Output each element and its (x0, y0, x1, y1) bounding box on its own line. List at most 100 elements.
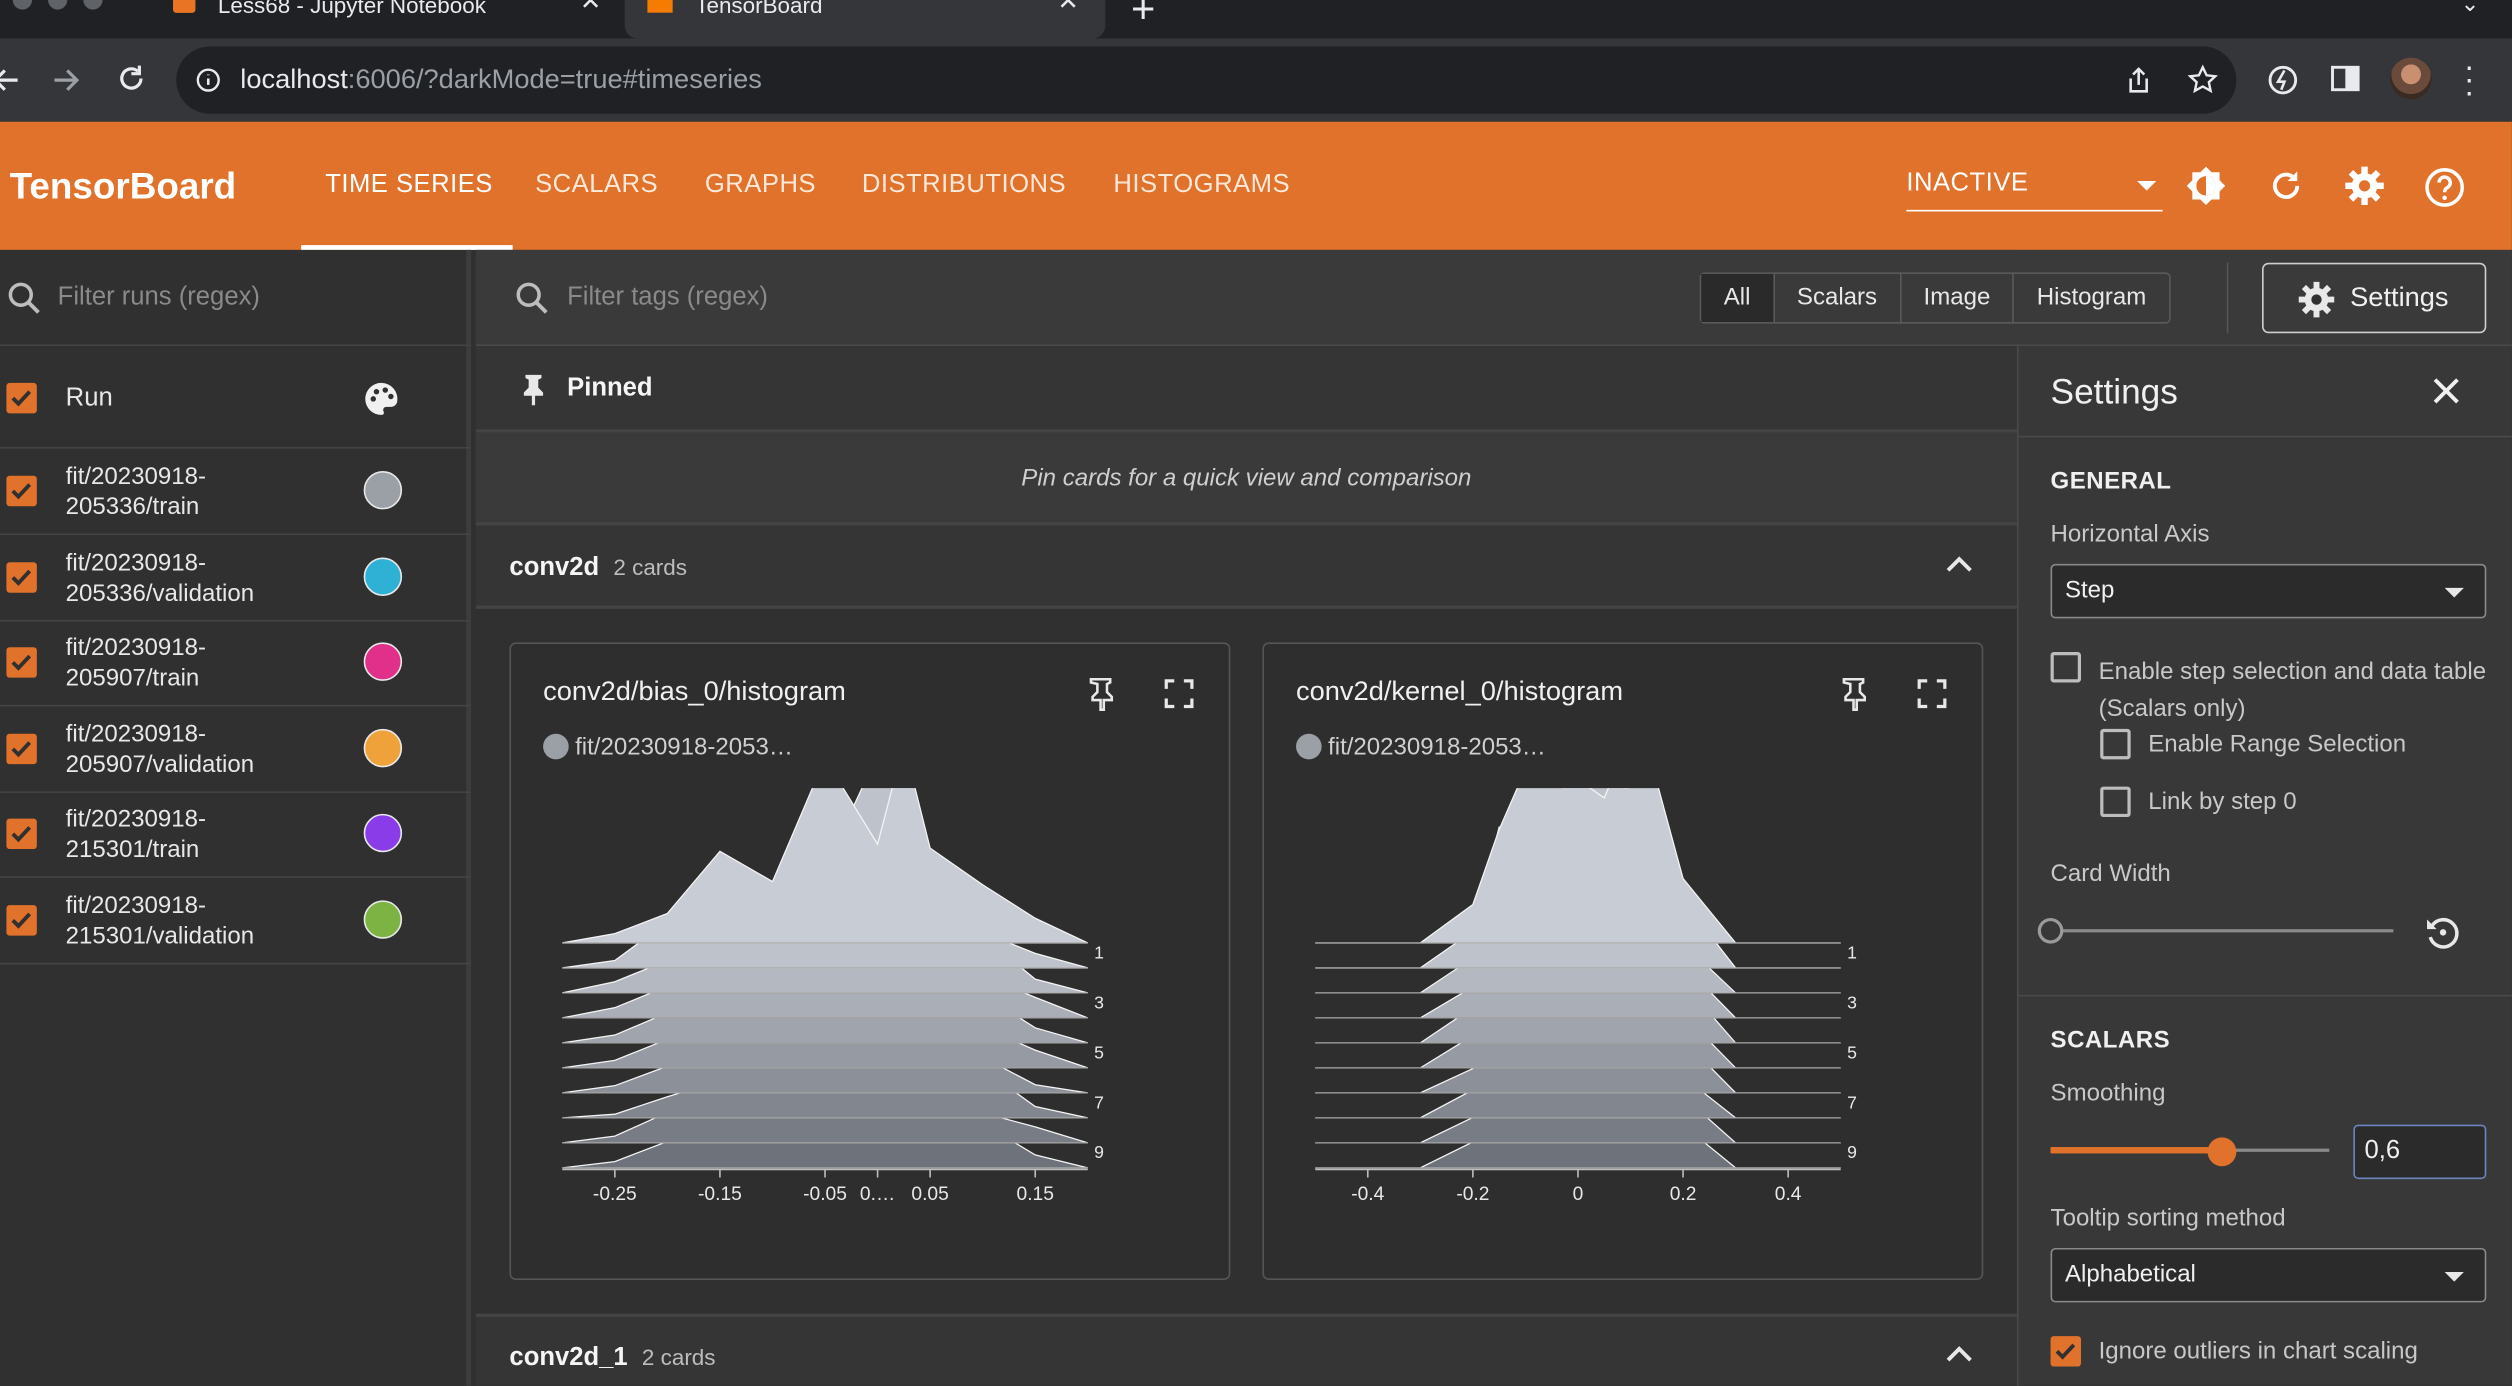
group-card-count: 2 cards (641, 1344, 716, 1370)
run-row[interactable]: fit/20230918- 205336/validation (0, 534, 471, 621)
filter-image-button[interactable]: Image (1901, 273, 2015, 323)
run-color-swatch[interactable] (363, 556, 403, 596)
chevron-up-icon[interactable] (1945, 1342, 1974, 1364)
divider (2018, 435, 2512, 438)
tab-histograms[interactable]: HISTOGRAMS (1113, 122, 1290, 250)
run-row[interactable]: fit/20230918- 205907/validation (0, 706, 471, 793)
pin-icon[interactable] (1085, 676, 1117, 711)
run-checkbox[interactable] (6, 561, 37, 593)
address-bar[interactable]: localhost:6006/?darkMode=true#timeseries (176, 46, 2237, 114)
checkmark-icon (11, 912, 32, 929)
run-checkbox[interactable] (6, 733, 37, 764)
runs-panel: Filter runs (regex) Run fit/20230918- 205… (0, 249, 471, 1386)
avatar[interactable] (2390, 57, 2432, 100)
smoothing-slider-thumb[interactable] (2207, 1137, 2237, 1167)
back-arrow-icon[interactable] (0, 64, 22, 96)
run-checkbox[interactable] (6, 905, 37, 936)
runs-header-label: Run (65, 384, 113, 412)
fullscreen-icon[interactable] (1163, 678, 1195, 710)
run-color-swatch[interactable] (363, 728, 403, 768)
horizontal-axis-value: Step (2064, 576, 2115, 604)
filter-all-button[interactable]: All (1701, 273, 1775, 323)
forward-arrow-icon[interactable] (50, 64, 82, 96)
histogram-card: conv2d/bias_0/histogram fit/20230918-205… (509, 642, 1231, 1280)
run-checkbox[interactable] (6, 475, 37, 507)
tab-scalars[interactable]: SCALARS (535, 122, 658, 250)
tab-distributions[interactable]: DISTRIBUTIONS (862, 122, 1066, 250)
smoothing-label: Smoothing (2050, 1079, 2166, 1107)
bookmark-star-icon[interactable] (2187, 64, 2219, 96)
enable-range-selection-checkbox[interactable] (2100, 728, 2131, 760)
link-by-step-label: Link by step 0 (2148, 788, 2297, 816)
chevron-down-icon[interactable]: ⌄ (2461, 0, 2480, 18)
side-panel-icon[interactable] (2329, 62, 2361, 94)
help-icon[interactable] (2424, 167, 2466, 209)
run-name-part: 215301/train (65, 836, 200, 865)
enable-step-selection-text: Enable step selection and data table (2098, 658, 2487, 686)
close-icon[interactable]: ✕ (580, 0, 601, 15)
browser-tab-tensorboard[interactable]: TensorBoard ✕ (624, 0, 1106, 39)
pin-icon[interactable] (1837, 676, 1869, 711)
run-row[interactable]: fit/20230918- 215301/train (0, 792, 471, 879)
run-color-swatch[interactable] (363, 814, 403, 853)
plugin-select[interactable]: INACTIVE (1906, 160, 2163, 212)
tab-time-series[interactable]: TIME SERIES (325, 122, 493, 250)
browser-tab-jupyter[interactable]: Less68 - Jupyter Notebook ✕ (147, 0, 622, 39)
group-header-conv2d-1[interactable]: conv2d_1 2 cards (475, 1313, 2017, 1386)
run-color-swatch[interactable] (363, 470, 403, 510)
x-tick-label: -0.4 (1351, 1184, 1384, 1205)
window-close-dot[interactable] (12, 0, 33, 10)
new-tab-plus-icon[interactable]: + (1131, 0, 1155, 29)
group-title: conv2d_1 2 cards (509, 1344, 715, 1373)
group-header-conv2d[interactable]: conv2d 2 cards (475, 525, 2017, 609)
run-checkbox[interactable] (6, 647, 37, 678)
card-width-slider-thumb[interactable] (2037, 917, 2064, 944)
window-maximize-dot[interactable] (83, 0, 103, 10)
tensorboard-favicon-icon (647, 0, 673, 13)
run-filter[interactable]: Filter runs (regex) (0, 250, 471, 347)
chevron-up-icon[interactable] (1945, 553, 1974, 575)
ignore-outliers-checkbox[interactable] (2050, 1336, 2081, 1367)
settings-panel: Settings GENERAL Horizontal Axis Step En… (2016, 346, 2512, 1386)
run-name: fit/20230918- 215301/validation (66, 891, 254, 952)
run-color-swatch[interactable] (363, 642, 403, 682)
run-name: fit/20230918- 205907/train (66, 633, 206, 694)
close-icon[interactable] (2432, 376, 2461, 405)
horizontal-axis-select[interactable]: Step (2050, 563, 2487, 619)
reset-icon[interactable] (2422, 912, 2464, 954)
card-type-filter: All Scalars Image Histogram (1699, 272, 2171, 324)
close-icon[interactable]: ✕ (1057, 0, 1078, 15)
reload-icon[interactable] (115, 62, 147, 94)
window-minimize-dot[interactable] (48, 0, 68, 10)
filter-scalars-button[interactable]: Scalars (1774, 273, 1902, 323)
filter-histogram-button[interactable]: Histogram (2014, 274, 2168, 322)
run-row[interactable]: fit/20230918- 205907/train (0, 620, 471, 707)
reload-icon[interactable] (2267, 167, 2305, 205)
tag-filter-input[interactable]: Filter tags (regex) (567, 284, 768, 313)
card-width-slider-track[interactable] (2050, 929, 2394, 933)
select-all-runs-checkbox[interactable] (6, 382, 37, 414)
link-by-step-checkbox[interactable] (2100, 786, 2131, 818)
tooltip-sorting-select[interactable]: Alphabetical (2050, 1247, 2487, 1303)
run-row[interactable]: fit/20230918- 215301/validation (0, 878, 471, 965)
run-color-swatch[interactable] (363, 900, 403, 939)
tab-graphs[interactable]: GRAPHS (705, 122, 816, 250)
dark-mode-toggle-icon[interactable] (2184, 163, 2229, 208)
settings-button[interactable]: Settings (2262, 262, 2487, 334)
run-row[interactable]: fit/20230918- 205336/train (0, 449, 471, 536)
share-icon[interactable] (2124, 66, 2153, 95)
gear-icon[interactable] (2344, 165, 2386, 207)
run-name: fit/20230918- 215301/train (66, 805, 206, 866)
enable-step-selection-checkbox[interactable] (2050, 652, 2081, 683)
run-checkbox[interactable] (6, 819, 37, 850)
browser-tab-title: TensorBoard (695, 0, 823, 18)
palette-icon[interactable] (362, 380, 400, 418)
smoothing-input[interactable]: 0,6 (2353, 1124, 2487, 1180)
browser-menu-icon[interactable]: · · · (2464, 51, 2475, 109)
run-name-part: fit/20230918- (65, 548, 206, 577)
extension-icon[interactable] (2265, 62, 2300, 97)
info-icon[interactable] (195, 67, 221, 93)
url-text[interactable]: localhost:6006/?darkMode=true#timeseries (240, 46, 762, 113)
plugin-select-value: INACTIVE (1906, 169, 2029, 198)
fullscreen-icon[interactable] (1916, 678, 1948, 710)
